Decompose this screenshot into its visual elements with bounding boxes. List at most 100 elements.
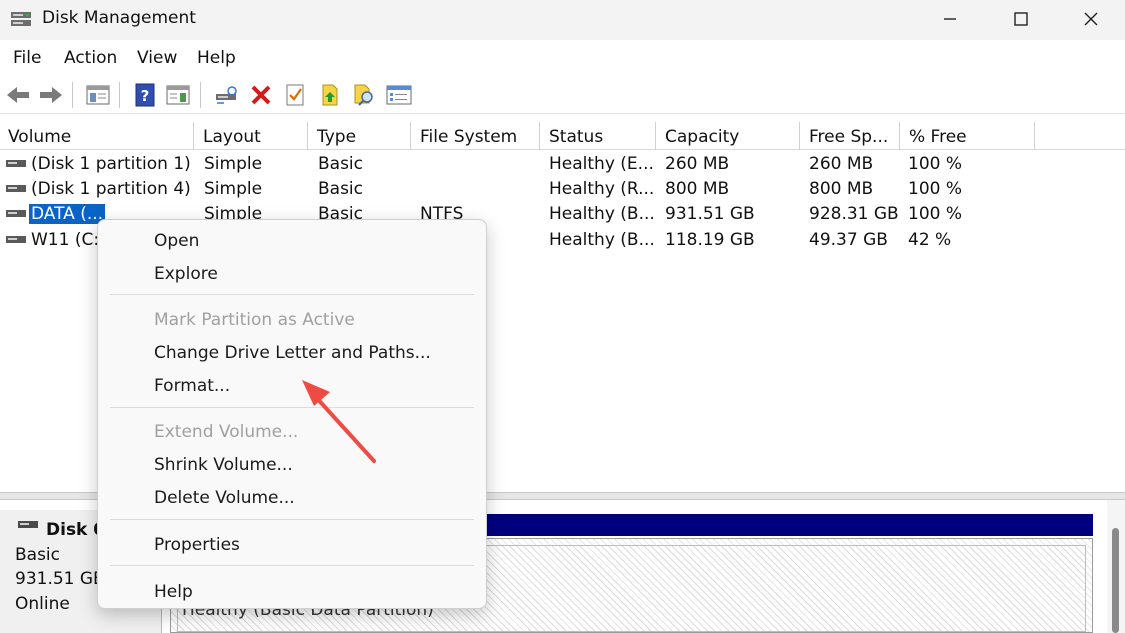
- table-row[interactable]: (Disk 1 partition 4) Simple Basic Health…: [0, 178, 1125, 203]
- minimize-button[interactable]: [915, 0, 984, 38]
- cell-percent-free: 100 %: [908, 179, 963, 199]
- toolbar-separator: [72, 82, 73, 108]
- cell-capacity: 118.19 GB: [665, 230, 755, 250]
- disk-size: 931.51 GB: [15, 569, 105, 589]
- cell-percent-free: 100 %: [908, 204, 963, 224]
- minimize-icon: [943, 18, 956, 20]
- menu-item-open[interactable]: Open: [154, 231, 199, 251]
- menu-view[interactable]: View: [137, 48, 177, 68]
- menu-item-properties[interactable]: Properties: [154, 535, 240, 555]
- menu-item-change-drive-letter[interactable]: Change Drive Letter and Paths...: [154, 343, 431, 363]
- help-button[interactable]: ?: [131, 81, 159, 109]
- connect-disk-icon: [216, 86, 237, 104]
- close-button[interactable]: [1056, 0, 1125, 38]
- menu-item-delete-volume[interactable]: Delete Volume...: [154, 488, 295, 508]
- cell-status: Healthy (R...: [549, 179, 655, 199]
- menu-item-format[interactable]: Format...: [154, 376, 230, 396]
- volume-icon: [6, 185, 26, 192]
- help-icon: ?: [135, 83, 155, 107]
- connect-disk-button[interactable]: [213, 81, 241, 109]
- column-header-layout[interactable]: Layout: [195, 122, 308, 150]
- disk-management-app-icon: [11, 12, 31, 26]
- menu-item-extend-volume: Extend Volume...: [154, 422, 299, 442]
- show-pane-icon: [166, 85, 190, 105]
- cell-layout: Simple: [204, 154, 263, 174]
- cell-volume: DATA (...: [29, 204, 106, 224]
- search-button[interactable]: [350, 81, 378, 109]
- maximize-icon: [1013, 12, 1028, 26]
- cell-percent-free: 42 %: [908, 230, 952, 250]
- import-button[interactable]: [316, 81, 344, 109]
- cell-volume: (Disk 1 partition 1): [31, 154, 191, 174]
- toolbar-separator: [119, 82, 120, 108]
- menu-item-shrink-volume[interactable]: Shrink Volume...: [154, 455, 293, 475]
- menu-separator: [110, 294, 474, 295]
- table-row[interactable]: (Disk 1 partition 1) Simple Basic Health…: [0, 153, 1125, 178]
- column-header-file-system[interactable]: File System: [412, 122, 540, 150]
- menu-item-mark-active: Mark Partition as Active: [154, 310, 355, 330]
- cell-type: Basic: [318, 179, 364, 199]
- cell-percent-free: 100 %: [908, 154, 963, 174]
- disk-type: Basic: [15, 545, 61, 565]
- vertical-scrollbar[interactable]: [1107, 500, 1125, 633]
- window-title: Disk Management: [42, 8, 196, 28]
- properties-icon: [386, 85, 412, 105]
- back-button[interactable]: [4, 81, 32, 109]
- cell-layout: Simple: [204, 179, 263, 199]
- cell-free-space: 928.31 GB: [809, 204, 899, 224]
- back-icon: [7, 87, 29, 103]
- delete-icon: [251, 85, 271, 105]
- column-header-free-space[interactable]: Free Sp...: [801, 122, 900, 150]
- disk-icon: [18, 521, 38, 528]
- console-tree-icon: [86, 85, 110, 105]
- menu-file[interactable]: File: [13, 48, 41, 68]
- forward-button[interactable]: [37, 81, 65, 109]
- cell-volume: W11 (C:): [31, 230, 106, 250]
- disk-state: Online: [15, 594, 70, 614]
- menu-help[interactable]: Help: [197, 48, 236, 68]
- cell-free-space: 260 MB: [809, 154, 874, 174]
- svg-text:?: ?: [141, 87, 150, 105]
- title-bar: Disk Management: [0, 0, 1125, 40]
- column-header-capacity[interactable]: Capacity: [657, 122, 800, 150]
- volume-icon: [6, 236, 26, 243]
- properties-button[interactable]: [385, 81, 413, 109]
- menu-action[interactable]: Action: [64, 48, 117, 68]
- search-icon: [354, 84, 373, 106]
- cell-status: Healthy (B...: [549, 204, 655, 224]
- check-icon: [286, 84, 304, 106]
- cell-free-space: 49.37 GB: [809, 230, 888, 250]
- cell-capacity: 931.51 GB: [665, 204, 755, 224]
- column-header-status[interactable]: Status: [541, 122, 656, 150]
- menu-separator: [110, 565, 474, 566]
- show-console-tree-button[interactable]: [84, 81, 112, 109]
- volume-icon: [6, 160, 26, 167]
- toolbar: ?: [0, 76, 1125, 114]
- column-header-volume[interactable]: Volume: [0, 122, 194, 150]
- column-header-percent-free[interactable]: % Free: [901, 122, 1035, 150]
- forward-icon: [40, 87, 62, 103]
- cell-status: Healthy (B...: [549, 230, 655, 250]
- cell-capacity: 800 MB: [665, 179, 730, 199]
- maximize-button[interactable]: [986, 0, 1055, 38]
- cell-free-space: 800 MB: [809, 179, 874, 199]
- scrollbar-thumb[interactable]: [1112, 528, 1119, 633]
- menu-item-help[interactable]: Help: [154, 582, 193, 602]
- toolbar-separator: [200, 82, 201, 108]
- volume-list-header: Volume Layout Type File System Status Ca…: [0, 122, 1125, 150]
- check-button[interactable]: [281, 81, 309, 109]
- import-icon: [322, 84, 338, 106]
- volume-icon: [6, 210, 26, 217]
- cell-capacity: 260 MB: [665, 154, 730, 174]
- cell-status: Healthy (E...: [549, 154, 654, 174]
- delete-button[interactable]: [247, 81, 275, 109]
- show-action-pane-button[interactable]: [164, 81, 192, 109]
- menu-item-explore[interactable]: Explore: [154, 264, 218, 284]
- cell-volume: (Disk 1 partition 4): [31, 179, 191, 199]
- column-header-type[interactable]: Type: [309, 122, 411, 150]
- close-icon: [1084, 12, 1097, 26]
- cell-type: Basic: [318, 154, 364, 174]
- menu-separator: [110, 519, 474, 520]
- menu-bar: File Action View Help: [0, 40, 1125, 76]
- annotation-arrow-icon: [302, 380, 376, 463]
